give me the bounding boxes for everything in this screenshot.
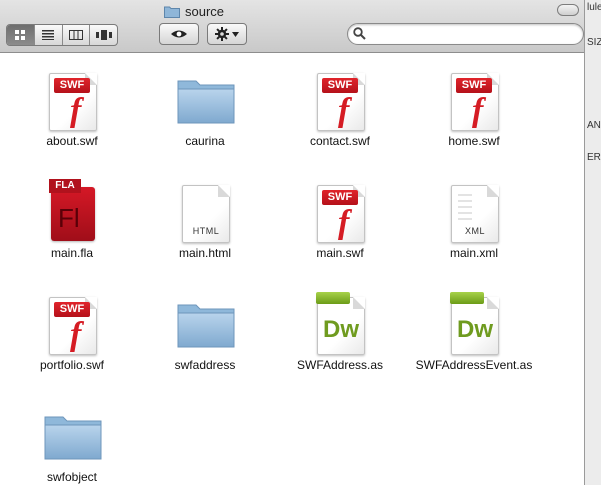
fla-file-icon: FLA Fl: [37, 175, 107, 243]
background-text: ER: [587, 152, 601, 163]
file-item[interactable]: SWF f about.swf: [12, 63, 132, 148]
file-item[interactable]: swfobject: [12, 399, 132, 484]
folder-icon: [170, 287, 240, 355]
file-name: swfobject: [46, 470, 98, 484]
coverflow-view-button[interactable]: [90, 25, 117, 45]
swf-file-icon: SWF f: [439, 63, 509, 131]
file-name: SWFAddressEvent.as: [415, 358, 533, 372]
xml-file-icon: XML: [439, 175, 509, 243]
columns-icon: [68, 30, 83, 40]
eye-icon: [171, 30, 187, 38]
file-item[interactable]: Dw SWFAddress.as: [280, 287, 400, 372]
background-window-edge: lule SIZ AND ER: [584, 0, 601, 485]
swf-file-icon: SWF f: [305, 63, 375, 131]
file-name: main.xml: [449, 246, 498, 260]
file-name: swfaddress: [174, 358, 236, 372]
background-text: lule: [587, 2, 601, 13]
html-file-icon: HTML: [170, 175, 240, 243]
swf-file-icon: SWF f: [37, 287, 107, 355]
folder-icon: [170, 63, 240, 131]
folder-icon: [37, 399, 107, 467]
action-menu-button[interactable]: [207, 23, 247, 45]
toolbar-toggle-button[interactable]: [557, 4, 579, 16]
list-view-button[interactable]: [35, 25, 63, 45]
file-name: portfolio.swf: [39, 358, 105, 372]
dreamweaver-file-icon: Dw: [305, 287, 375, 355]
search-field[interactable]: [347, 23, 584, 45]
swf-file-icon: SWF f: [37, 63, 107, 131]
file-item[interactable]: FLA Fl main.fla: [12, 175, 132, 260]
file-name: main.fla: [50, 246, 94, 260]
coverflow-icon: [95, 30, 112, 40]
file-item[interactable]: Dw SWFAddressEvent.as: [414, 287, 534, 372]
file-name: caurina: [185, 134, 225, 148]
quicklook-button[interactable]: [159, 23, 199, 45]
file-item[interactable]: HTML main.html: [145, 175, 265, 260]
folder-icon: [164, 5, 180, 18]
file-icon-grid: SWF f about.swf caurina SWF f contact.sw…: [0, 53, 584, 485]
view-mode-selector: [6, 24, 118, 46]
file-item[interactable]: SWF f home.swf: [414, 63, 534, 148]
chevron-down-icon: [232, 31, 239, 37]
finder-toolbar: source: [0, 0, 601, 53]
file-name: main.swf: [316, 246, 364, 260]
file-item[interactable]: SWF f main.swf: [280, 175, 400, 260]
search-input[interactable]: [370, 25, 574, 43]
icon-view-button[interactable]: [7, 25, 35, 45]
file-item[interactable]: XML main.xml: [414, 175, 534, 260]
window-title-text: source: [185, 3, 225, 19]
file-item[interactable]: swfaddress: [145, 287, 265, 372]
file-name: home.swf: [448, 134, 500, 148]
grid-icon: [15, 30, 26, 40]
dreamweaver-file-icon: Dw: [439, 287, 509, 355]
file-item[interactable]: SWF f contact.swf: [280, 63, 400, 148]
file-item[interactable]: SWF f portfolio.swf: [12, 287, 132, 372]
window-title: source: [164, 2, 224, 20]
swf-file-icon: SWF f: [305, 175, 375, 243]
column-view-button[interactable]: [63, 25, 91, 45]
file-item[interactable]: caurina: [145, 63, 265, 148]
file-name: SWFAddress.as: [296, 358, 384, 372]
background-text: SIZ: [587, 37, 601, 48]
search-icon: [353, 27, 366, 40]
background-text: AND: [587, 120, 601, 131]
file-name: contact.swf: [309, 134, 371, 148]
list-icon: [42, 30, 55, 40]
file-name: about.swf: [46, 134, 98, 148]
gear-icon: [215, 27, 229, 41]
file-name: main.html: [178, 246, 231, 260]
